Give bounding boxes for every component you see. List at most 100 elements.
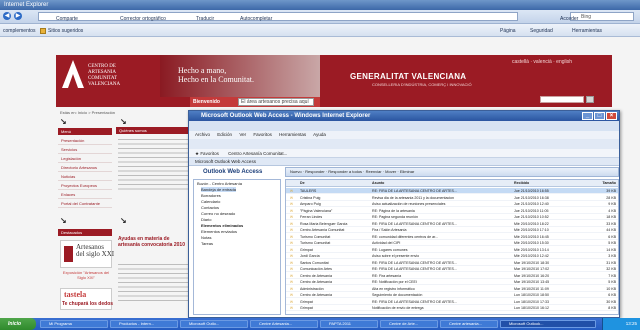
message-row[interactable]: ✉ Grimpat RE: FIRA DE LA ARTESANIA CENTRO … (286, 299, 618, 305)
taskbar-button[interactable]: Mi Programa (40, 320, 108, 328)
message-size: 18 KB (606, 215, 616, 219)
favorites-button[interactable]: Favoritos (200, 151, 219, 156)
message-subject: RE: Página de la artesania (372, 208, 415, 213)
message-from: TAULERS (300, 189, 317, 193)
menu-item-enlaces[interactable]: Enlaces (58, 191, 112, 199)
suggested-sites-link[interactable]: Sitios sugeridos (40, 27, 83, 35)
menu-item-noticias[interactable]: Noticias (58, 173, 112, 181)
message-size: 5 KB (608, 241, 616, 245)
menu-ayuda[interactable]: Ayuda (313, 132, 326, 137)
maximize-icon[interactable]: □ (594, 112, 605, 120)
tool-pagina[interactable]: Página (500, 27, 516, 35)
folder-item-inbox[interactable]: Bandeja de entrada (201, 187, 236, 192)
toolbar-share[interactable]: Comparte (56, 15, 78, 23)
folder-item[interactable]: Tareas (201, 241, 213, 246)
taskbar-button[interactable]: PAPTA 2011 (320, 320, 378, 328)
message-row[interactable]: ✉ TAULERS RE: FIRA DE LA ARTESANIA CENTRO … (286, 188, 618, 195)
message-row[interactable]: ✉ Amparo Puig Aviso actualización de reuni… (286, 201, 618, 208)
message-row[interactable]: ✉ "Página Valenciana" RE: Página de la art… (286, 208, 618, 214)
message-row[interactable]: ✉ Cristina Puig Revisa dia de la artesania… (286, 195, 618, 201)
folder-item[interactable]: Diario (201, 217, 211, 222)
taskbar-button[interactable]: Centre Artesania... (250, 320, 318, 328)
column-size[interactable]: Tamaño (588, 180, 616, 186)
column-subject[interactable]: Asunto (372, 180, 508, 186)
menu-item-contratante[interactable]: Portal del Contratante (58, 200, 112, 208)
address-field[interactable] (38, 12, 518, 21)
message-received: Mar 19/10/2010 18:30 (514, 260, 550, 265)
message-from: Centro Artesanía Comunitat (300, 228, 345, 232)
folder-item[interactable]: Contactos (201, 205, 219, 210)
star-icon[interactable]: ★ (195, 151, 199, 156)
owa-title: Microsoft Outlook Web Access - Windows I… (201, 113, 371, 119)
back-icon[interactable]: ◀ (3, 12, 12, 20)
tool-seguridad[interactable]: Seguridad (530, 27, 553, 35)
close-icon[interactable]: × (606, 112, 617, 120)
browser-search-input[interactable]: Bing (570, 12, 634, 21)
message-row[interactable]: ✉ Centro de Artesanía RE: Fira artesanía Ma… (286, 273, 618, 279)
tool-acceder[interactable]: Acceder (560, 15, 578, 23)
folder-item[interactable]: Buzón - Centro Artesanía (197, 181, 242, 186)
owa-address-bar[interactable] (189, 121, 619, 131)
favorite-link[interactable]: Centro Artesanía Comunitat... (228, 151, 287, 156)
message-row[interactable]: ✉ Turismo Comunitat Actividad del CIPI Mié … (286, 240, 618, 247)
browser-command-bar: complementos Sitios sugeridos Comparte C… (0, 16, 640, 37)
menu-ver[interactable]: Ver (239, 132, 246, 137)
message-row[interactable]: ✉ Jordi García Aviso sobre el presente env… (286, 253, 618, 260)
folder-item[interactable]: Elementos enviados (201, 229, 237, 234)
menu-item-servicios[interactable]: Servicios (58, 146, 112, 154)
taskbar-button[interactable]: Productos - Intern... (110, 320, 178, 328)
site-search-input[interactable] (540, 96, 584, 103)
taskbar-button-active[interactable]: Microsoft Outlook... (500, 320, 596, 328)
message-row[interactable]: ✉ Centro Artesanía Comunitat Fira / Salón … (286, 227, 618, 234)
menu-item-presentacion[interactable]: Presentación (58, 137, 112, 145)
column-from[interactable]: De (300, 180, 360, 186)
menu-item-legislacion[interactable]: Legislación (58, 155, 112, 163)
message-row[interactable]: ✉ Santos Comunitat RE: FIRA DE LA ARTESANI… (286, 260, 618, 266)
message-row[interactable]: ✉ Rosa Maria Belenguer Garcia RE: FIRA DE … (286, 221, 618, 227)
menu-item-directorio[interactable]: Directorio Artesanos (58, 164, 112, 172)
menu-archivo[interactable]: Archivo (195, 132, 210, 137)
minimize-icon[interactable]: _ (582, 112, 593, 120)
taskbar-button[interactable]: Microsoft Outlo... (180, 320, 248, 328)
site-search-button[interactable] (586, 96, 594, 103)
toolbar-autocomplete[interactable]: Autocompletar (240, 15, 272, 23)
taskbar-button[interactable]: Centre de Arte... (380, 320, 438, 328)
toolbar-translate[interactable]: Traducir (196, 15, 214, 23)
menu-edicion[interactable]: Edición (217, 132, 232, 137)
menu-favoritos[interactable]: Favoritos (253, 132, 272, 137)
language-links[interactable]: castellà · valencià · english (512, 59, 572, 65)
message-from: Grimpat (300, 306, 313, 310)
folder-item[interactable]: Elementos eliminados (201, 223, 243, 228)
message-row[interactable]: ✉ Centro de Artesanía RE: Notificación por… (286, 279, 618, 286)
message-row[interactable]: ✉ Ferran Lindes RE: Pagina segunda reunión… (286, 214, 618, 221)
message-from: Jordi García (300, 254, 320, 258)
column-received[interactable]: Recibido (514, 180, 584, 186)
message-row[interactable]: ✉ Turismo Comunitat RE: comunidad diferent… (286, 234, 618, 240)
folder-item[interactable]: Borradores (201, 193, 221, 198)
forward-icon[interactable]: ▶ (14, 12, 23, 20)
folder-item[interactable]: Calendario (201, 199, 220, 204)
envelope-icon: ✉ (290, 247, 294, 252)
folder-item[interactable]: Correo no deseado (201, 211, 235, 216)
tool-herramientas[interactable]: Herramientas (572, 27, 602, 35)
owa-tab[interactable]: Microsoft Outlook Web Access (189, 158, 619, 166)
message-subject: RE: Pagina segunda reunión (372, 215, 418, 219)
message-row[interactable]: ✉ Grimpat RE: Lugares comunes Mié 20/10/201… (286, 247, 618, 253)
message-row[interactable]: ✉ Centro de Artesanía Seguimiento de docum… (286, 292, 618, 299)
message-received: Mar 19/10/2010 16:20 (514, 273, 550, 278)
owa-toolbar[interactable]: Nuevo · Responder · Responder a todos · … (285, 167, 619, 177)
folder-item[interactable]: Notas (201, 235, 211, 240)
menu-herramientas[interactable]: Herramientas (279, 132, 306, 137)
message-size: 3 KB (608, 254, 616, 258)
start-button[interactable]: Inicio (0, 318, 36, 330)
taskbar-button[interactable]: Centre artesania... (440, 320, 498, 328)
expo-link[interactable]: Exposición "Artesanos del Siglo XXI" (58, 270, 114, 280)
system-tray-clock: 13:25 (602, 318, 640, 330)
menu-item-proyectos[interactable]: Proyectos Europeos (58, 182, 112, 190)
message-row[interactable]: ✉ Administración Alta en registro informát… (286, 286, 618, 292)
message-from: Administración (300, 286, 324, 291)
message-row[interactable]: ✉ Comunicación Artes RE: FIRA DE LA ARTESA… (286, 266, 618, 273)
avisos-title[interactable]: Ayudas en materia de artesanía convocato… (118, 236, 190, 248)
message-row[interactable]: ✉ Grimpat Notificación de envío de entrega… (286, 305, 618, 312)
toolbar-spellcheck[interactable]: Corrector ortográfico (120, 15, 166, 23)
